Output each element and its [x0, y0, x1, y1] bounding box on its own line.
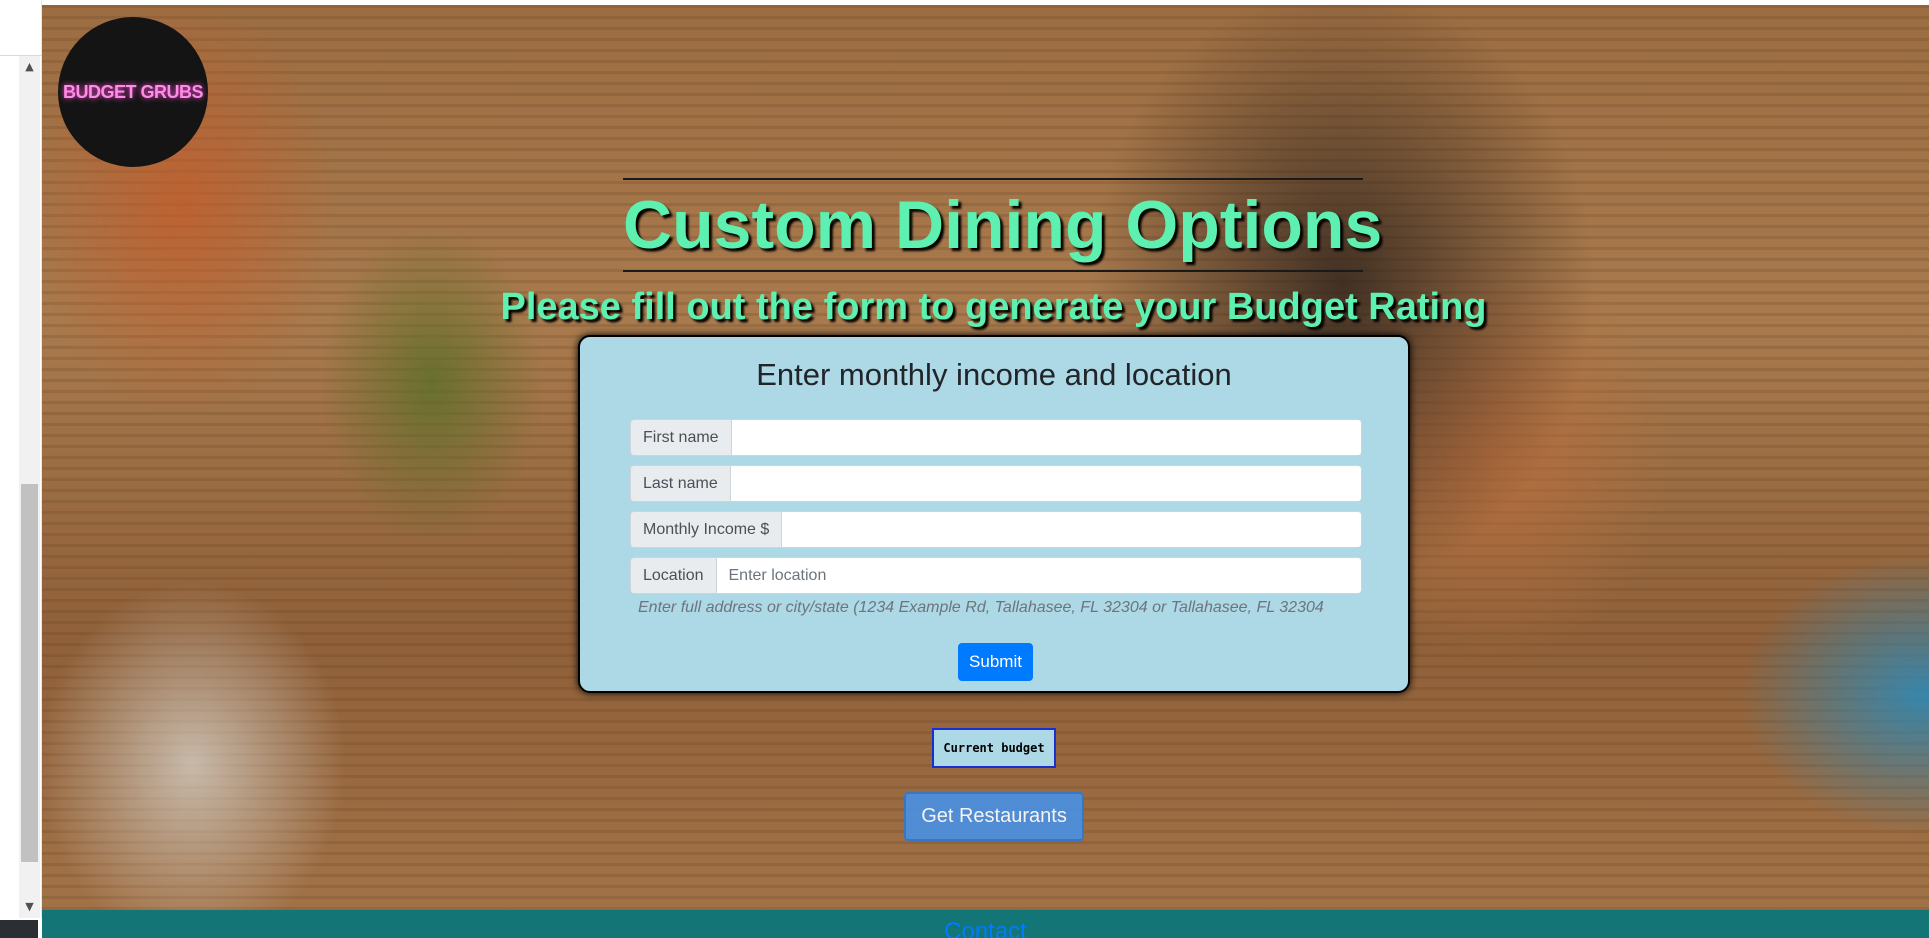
- location-help-text: Enter full address or city/state (1234 E…: [638, 599, 1324, 616]
- current-budget-box: Current budget: [932, 728, 1056, 768]
- footer: Contact: [42, 910, 1929, 938]
- location-input[interactable]: [715, 557, 1362, 594]
- budget-form: Enter monthly income and location First …: [578, 335, 1410, 693]
- location-label: Location: [630, 557, 716, 594]
- monthly-income-input[interactable]: [781, 511, 1362, 548]
- corner-block: [0, 918, 42, 938]
- logo[interactable]: BUDGET GRUBS: [58, 17, 208, 167]
- first-name-label: First name: [630, 419, 731, 456]
- title-block: Custom Dining Options: [623, 178, 1383, 272]
- page-subtitle: Please fill out the form to generate you…: [500, 286, 1487, 328]
- page-title: Custom Dining Options: [623, 187, 1383, 263]
- first-name-group: First name: [630, 419, 1362, 456]
- submit-button[interactable]: Submit: [958, 643, 1033, 681]
- vertical-scrollbar[interactable]: ▲ ▼: [19, 56, 40, 918]
- first-name-input[interactable]: [730, 419, 1362, 456]
- scroll-up-arrow-icon[interactable]: ▲: [19, 56, 40, 78]
- last-name-label: Last name: [630, 465, 730, 502]
- form-heading: Enter monthly income and location: [756, 357, 1232, 392]
- hero-background: BUDGET GRUBS Custom Dining Options Pleas…: [42, 5, 1929, 910]
- get-restaurants-button[interactable]: Get Restaurants: [904, 792, 1084, 841]
- scrollbar-thumb[interactable]: [21, 484, 38, 862]
- monthly-income-group: Monthly Income $: [630, 511, 1362, 548]
- panel-header: [0, 0, 42, 56]
- monthly-income-label: Monthly Income $: [630, 511, 782, 548]
- contact-link[interactable]: Contact: [944, 918, 1027, 938]
- last-name-input[interactable]: [729, 465, 1362, 502]
- scroll-down-arrow-icon[interactable]: ▼: [19, 896, 40, 918]
- location-group: Location: [630, 557, 1362, 594]
- logo-text: BUDGET GRUBS: [62, 81, 204, 102]
- last-name-group: Last name: [630, 465, 1362, 502]
- left-panel: ▲ ▼: [0, 0, 42, 938]
